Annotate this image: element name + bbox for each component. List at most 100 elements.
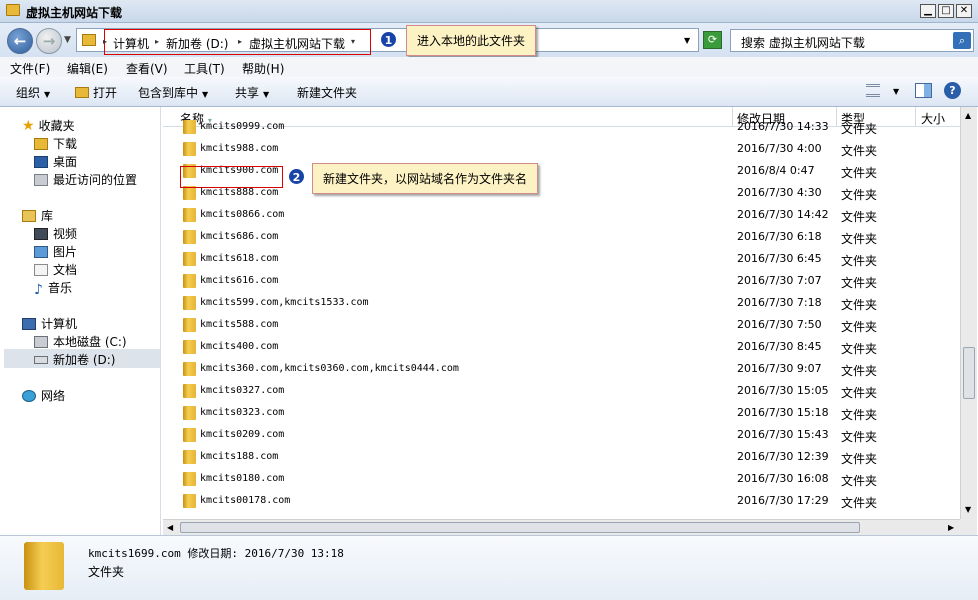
nav-recent[interactable]: 最近访问的位置 [34, 171, 137, 188]
nav-libraries[interactable]: 库 [22, 207, 53, 224]
horizontal-scroll-thumb[interactable] [180, 522, 860, 533]
folder-icon [183, 296, 196, 310]
scroll-down-icon[interactable]: ▼ [965, 505, 971, 514]
forward-button[interactable]: → [36, 28, 62, 54]
folder-icon [183, 274, 196, 288]
nav-new-volume[interactable]: 新加卷 (D:) [34, 351, 115, 368]
horizontal-scrollbar[interactable]: ◀ ▶ [163, 519, 960, 535]
minimize-button[interactable]: ▁ [920, 4, 936, 18]
file-name: kmcits0323.com [200, 407, 285, 418]
library-icon [22, 210, 36, 222]
chevron-down-icon[interactable]: ▸ [238, 37, 242, 46]
table-row[interactable]: kmcits0209.com 2016/7/30 15:43 文件夹 [163, 425, 960, 447]
include-label: 包含到库中 [138, 86, 199, 100]
table-row[interactable]: kmcits188.com 2016/7/30 12:39 文件夹 [163, 447, 960, 469]
table-row[interactable]: kmcits0999.com 2016/7/30 14:33 文件夹 [163, 117, 960, 139]
nav-network[interactable]: 网络 [22, 387, 65, 404]
table-row[interactable]: kmcits0323.com 2016/7/30 15:18 文件夹 [163, 403, 960, 425]
nav-desktop[interactable]: 桌面 [34, 153, 77, 170]
table-row[interactable]: kmcits588.com 2016/7/30 7:50 文件夹 [163, 315, 960, 337]
table-row[interactable]: kmcits599.com,kmcits1533.com 2016/7/30 7:… [163, 293, 960, 315]
close-button[interactable]: ✕ [956, 4, 972, 18]
nav-label: 最近访问的位置 [53, 173, 138, 187]
nav-videos[interactable]: 视频 [34, 225, 77, 242]
star-icon: ★ [22, 118, 35, 134]
breadcrumb-volume[interactable]: 新加卷 (D:) [166, 35, 228, 52]
breadcrumb-current-folder[interactable]: 虚拟主机网站下载 [249, 35, 345, 52]
nav-label: 图片 [53, 245, 78, 259]
table-row[interactable]: kmcits988.com 2016/7/30 4:00 文件夹 [163, 139, 960, 161]
menu-help[interactable]: 帮助(H) [242, 60, 284, 77]
chevron-down-icon: ▼ [263, 90, 270, 99]
chevron-down-icon[interactable]: ▾ [351, 37, 355, 46]
file-name: kmcits618.com [200, 253, 279, 264]
folder-icon [82, 34, 96, 46]
open-button[interactable]: 打开 [75, 84, 117, 101]
nav-downloads[interactable]: 下载 [34, 135, 77, 152]
file-type: 文件夹 [841, 452, 878, 466]
nav-local-disk[interactable]: 本地磁盘 (C:) [34, 333, 127, 350]
nav-pictures[interactable]: 图片 [34, 243, 77, 260]
new-folder-button[interactable]: 新建文件夹 [297, 84, 357, 101]
include-in-library-button[interactable]: 包含到库中 ▼ [138, 84, 208, 101]
menu-file[interactable]: 文件(F) [10, 60, 50, 77]
menu-edit[interactable]: 编辑(E) [67, 60, 108, 77]
menu-tools[interactable]: 工具(T) [184, 60, 225, 77]
back-button[interactable]: ← [7, 28, 33, 54]
file-date: 2016/7/30 4:00 [737, 142, 822, 155]
menu-view[interactable]: 查看(V) [126, 60, 168, 77]
file-name: kmcits400.com [200, 341, 279, 352]
command-bar: 组织 ▼ 打开 包含到库中 ▼ 共享 ▼ 新建文件夹 ▼ ? [0, 77, 978, 107]
nav-label: 本地磁盘 (C:) [53, 335, 127, 349]
nav-favorites[interactable]: ★ 收藏夹 [22, 117, 75, 134]
organize-button[interactable]: 组织 ▼ [16, 84, 50, 101]
maximize-button[interactable]: □ [938, 4, 954, 18]
table-row[interactable]: kmcits0327.com 2016/7/30 15:05 文件夹 [163, 381, 960, 403]
folder-icon [183, 406, 196, 420]
scroll-up-icon[interactable]: ▲ [965, 111, 971, 120]
file-type: 文件夹 [841, 188, 878, 202]
scroll-right-icon[interactable]: ▶ [948, 523, 954, 532]
table-row[interactable]: kmcits400.com 2016/7/30 8:45 文件夹 [163, 337, 960, 359]
step-badge-1: 1 [380, 31, 397, 48]
folder-icon [183, 142, 196, 156]
table-row[interactable]: kmcits0180.com 2016/7/30 16:08 文件夹 [163, 469, 960, 491]
step-badge-2: 2 [288, 168, 305, 185]
file-type: 文件夹 [841, 430, 878, 444]
share-button[interactable]: 共享 ▼ [235, 84, 269, 101]
file-type: 文件夹 [841, 474, 878, 488]
search-input[interactable]: 搜索 虚拟主机网站下载 ⌕ [730, 29, 974, 52]
scroll-left-icon[interactable]: ◀ [167, 523, 173, 532]
table-row[interactable]: kmcits686.com 2016/7/30 6:18 文件夹 [163, 227, 960, 249]
help-icon[interactable]: ? [944, 82, 961, 99]
folder-icon [183, 318, 196, 332]
refresh-button[interactable]: ⟳ [703, 31, 722, 49]
file-date: 2016/7/30 7:50 [737, 318, 822, 331]
table-row[interactable]: kmcits00178.com 2016/7/30 17:29 文件夹 [163, 491, 960, 513]
breadcrumb-computer[interactable]: 计算机 [113, 35, 149, 52]
callout-1: 进入本地的此文件夹 [406, 25, 537, 56]
chevron-down-icon[interactable]: ▼ [893, 87, 899, 96]
file-type: 文件夹 [841, 386, 878, 400]
preview-pane-icon[interactable] [915, 83, 932, 98]
nav-music[interactable]: ♪ 音乐 [34, 279, 72, 298]
table-row[interactable]: kmcits360.com,kmcits0360.com,kmcits0444.… [163, 359, 960, 381]
file-type: 文件夹 [841, 496, 878, 510]
chevron-down-icon[interactable]: ▸ [103, 37, 107, 46]
search-icon[interactable]: ⌕ [953, 32, 971, 49]
chevron-down-icon[interactable]: ▸ [155, 37, 159, 46]
view-options-icon[interactable] [866, 84, 880, 97]
table-row[interactable]: kmcits0866.com 2016/7/30 14:42 文件夹 [163, 205, 960, 227]
file-type: 文件夹 [841, 364, 878, 378]
recent-pages-dropdown[interactable]: ▼ [64, 35, 71, 45]
vertical-scrollbar[interactable]: ▲ ▼ [960, 107, 977, 519]
vertical-scroll-thumb[interactable] [963, 347, 975, 399]
nav-documents[interactable]: 文档 [34, 261, 77, 278]
address-dropdown[interactable]: ▼ [684, 36, 690, 45]
file-name: kmcits0209.com [200, 429, 285, 440]
table-row[interactable]: kmcits616.com 2016/7/30 7:07 文件夹 [163, 271, 960, 293]
folder-icon [183, 230, 196, 244]
table-row[interactable]: kmcits618.com 2016/7/30 6:45 文件夹 [163, 249, 960, 271]
nav-computer[interactable]: 计算机 [22, 315, 77, 332]
folder-icon [183, 472, 196, 486]
